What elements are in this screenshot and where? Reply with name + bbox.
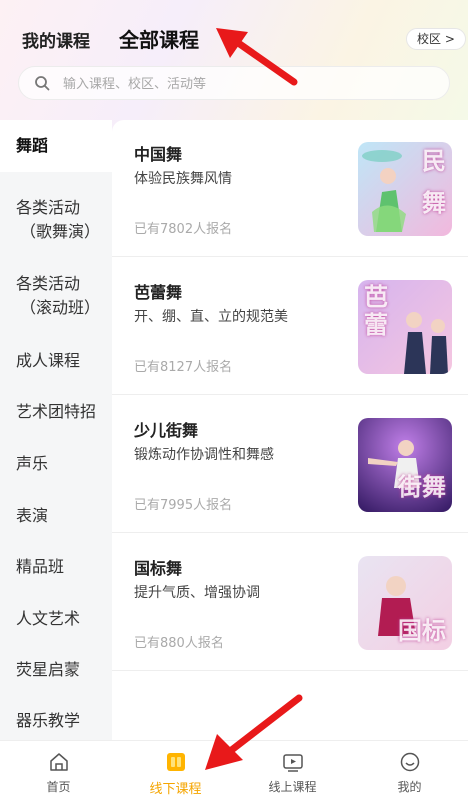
sidebar-item-sublabel: （滚动班）: [20, 298, 101, 317]
nav-label: 我的: [397, 780, 422, 794]
sidebar-item-sublabel: （歌舞演）: [20, 222, 101, 241]
sidebar-item-label: 人文艺术: [16, 609, 81, 628]
sidebar-item-instruments[interactable]: 器乐教学: [0, 709, 112, 733]
course-card[interactable]: 中国舞 体验民族舞风情 已有7802人报名 民 舞: [112, 120, 468, 257]
sidebar-item-label: 艺术团特招: [16, 402, 97, 421]
thumbnail-caption: 国标: [398, 617, 446, 645]
annotation-arrow-icon: [216, 28, 298, 86]
sidebar-item-label: 舞蹈: [16, 136, 49, 155]
course-title: 芭蕾舞: [134, 283, 183, 302]
thumbnail-caption: 舞: [422, 189, 446, 217]
sidebar-item-art-troupe[interactable]: 艺术团特招: [0, 400, 112, 424]
sidebar-item-label: 成人课程: [16, 351, 81, 370]
sidebar-item-label: 荧星启蒙: [16, 660, 81, 679]
sidebar-item-label: 表演: [16, 506, 49, 525]
course-thumbnail: 街舞: [358, 418, 452, 512]
sidebar-item-humanities[interactable]: 人文艺术: [0, 607, 112, 631]
sidebar-item-label: 各类活动: [16, 198, 81, 217]
sidebar-item-premium[interactable]: 精品班: [0, 555, 112, 579]
home-icon: [50, 753, 68, 771]
sidebar-item-activities-rolling[interactable]: 各类活动 （滚动班）: [0, 272, 112, 320]
sidebar-item-label: 器乐教学: [16, 711, 81, 730]
nav-profile[interactable]: 我的: [351, 741, 468, 800]
course-description: 锻炼动作协调性和舞感: [134, 447, 274, 463]
course-card[interactable]: 国标舞 提升气质、增强协调 已有880人报名 国标: [112, 534, 468, 671]
sidebar-item-adult[interactable]: 成人课程: [0, 349, 112, 373]
sidebar-item-activities-performance[interactable]: 各类活动 （歌舞演）: [0, 196, 112, 244]
course-card[interactable]: 芭蕾舞 开、绷、直、立的规范美 已有8127人报名 芭 蕾: [112, 258, 468, 395]
sidebar-item-vocal[interactable]: 声乐: [0, 452, 112, 476]
nav-label: 线上课程: [268, 780, 317, 794]
enrollment-count: 已有7802人报名: [134, 222, 233, 237]
sidebar-item-acting[interactable]: 表演: [0, 504, 112, 528]
sidebar-item-dance[interactable]: 舞蹈: [0, 120, 112, 172]
course-description: 提升气质、增强协调: [134, 585, 260, 601]
thumbnail-caption: 民: [422, 147, 446, 175]
tab-all-courses-label: 全部课程: [119, 28, 199, 52]
enrollment-count: 已有880人报名: [134, 636, 224, 651]
category-sidebar: 舞蹈 各类活动 （歌舞演） 各类活动 （滚动班） 成人课程 艺术团特招 声乐 表…: [0, 120, 112, 740]
thumbnail-caption: 蕾: [364, 311, 388, 339]
course-title: 中国舞: [134, 145, 183, 164]
sidebar-item-enlightenment[interactable]: 荧星启蒙: [0, 658, 112, 682]
annotation-arrow-icon: [205, 694, 303, 770]
enrollment-count: 已有8127人报名: [134, 360, 233, 375]
course-list: 中国舞 体验民族舞风情 已有7802人报名 民 舞 芭蕾舞 开、绷、直、立的规范…: [112, 120, 468, 740]
offline-course-icon: [167, 753, 185, 771]
course-card[interactable]: 少儿街舞 锻炼动作协调性和舞感 已有7995人报名 街舞: [112, 396, 468, 533]
profile-icon: [400, 752, 420, 772]
sidebar-item-label: 精品班: [16, 557, 65, 576]
course-thumbnail: 国标: [358, 556, 452, 650]
course-description: 开、绷、直、立的规范美: [134, 309, 288, 325]
course-thumbnail: 民 舞: [358, 142, 452, 236]
course-description: 体验民族舞风情: [134, 171, 232, 187]
search-icon: [35, 76, 50, 91]
nav-label: 线下课程: [149, 782, 202, 797]
sidebar-item-label: 声乐: [16, 454, 49, 473]
nav-label: 首页: [46, 780, 71, 794]
tab-all-courses[interactable]: 全部课程: [119, 24, 199, 53]
enrollment-count: 已有7995人报名: [134, 498, 233, 513]
thumbnail-caption: 芭: [364, 283, 388, 311]
tab-my-courses[interactable]: 我的课程: [22, 27, 90, 52]
nav-home[interactable]: 首页: [0, 741, 117, 800]
sidebar-item-label: 各类活动: [16, 274, 81, 293]
campus-button[interactable]: 校区 >: [406, 28, 466, 50]
course-title: 少儿街舞: [134, 421, 199, 440]
thumbnail-caption: 街舞: [398, 473, 446, 501]
course-thumbnail: 芭 蕾: [358, 280, 452, 374]
course-title: 国标舞: [134, 559, 183, 578]
